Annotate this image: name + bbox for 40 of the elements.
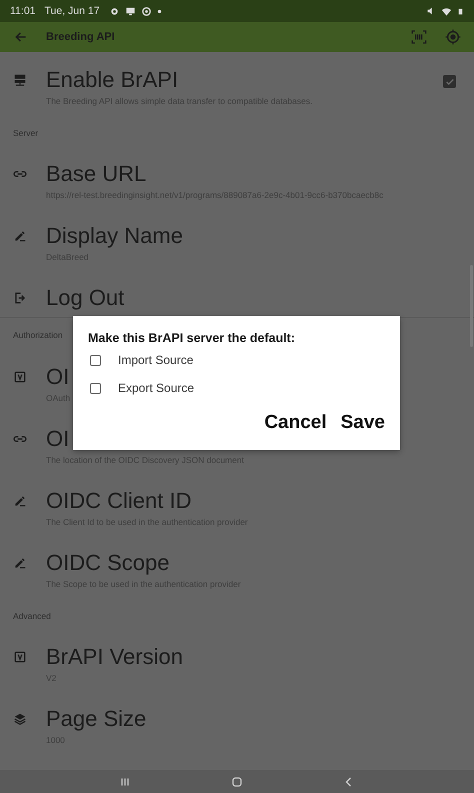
pencil-icon bbox=[12, 229, 26, 243]
back-arrow-icon[interactable] bbox=[14, 30, 28, 44]
date: Tue, Jun 17 bbox=[44, 5, 100, 17]
pencil-icon bbox=[12, 556, 26, 570]
settings-icon bbox=[140, 6, 152, 16]
pencil-icon bbox=[12, 494, 26, 508]
checkbox[interactable] bbox=[443, 75, 456, 88]
checkbox-label[interactable]: Import Source bbox=[118, 353, 194, 367]
server-icon bbox=[12, 73, 26, 87]
target-icon[interactable] bbox=[445, 29, 461, 45]
setting-title[interactable]: BrAPI Version bbox=[46, 644, 458, 670]
key-box-icon bbox=[12, 370, 26, 384]
gear-icon bbox=[108, 6, 120, 16]
check-icon bbox=[444, 76, 454, 86]
key-box-icon bbox=[12, 650, 26, 664]
screen-title: Breeding API bbox=[46, 31, 115, 43]
dialog-button[interactable]: Save bbox=[340, 412, 385, 434]
dialog-button[interactable]: Cancel bbox=[264, 412, 327, 434]
logout-icon bbox=[12, 291, 26, 305]
home-icon[interactable] bbox=[231, 776, 243, 788]
clock: 11:01 bbox=[10, 5, 36, 17]
recent-apps-icon[interactable] bbox=[119, 776, 131, 788]
setting-title[interactable]: Page Size bbox=[46, 706, 458, 732]
setting-title[interactable]: Base URL bbox=[46, 161, 458, 187]
checkbox[interactable] bbox=[90, 354, 101, 366]
layers-icon bbox=[12, 712, 26, 726]
section-header: Server bbox=[12, 127, 40, 140]
setting-title[interactable]: Display Name bbox=[46, 223, 458, 249]
setting-title[interactable]: OIDC Client ID bbox=[46, 488, 458, 514]
checkbox[interactable] bbox=[90, 382, 101, 394]
dot-icon bbox=[156, 8, 162, 14]
monitor-icon bbox=[124, 6, 136, 16]
setting-title[interactable]: Enable BrAPI bbox=[46, 67, 443, 93]
wifi-icon bbox=[441, 6, 452, 16]
dialog-title: Make this BrAPI server the default: bbox=[88, 330, 296, 346]
barcode-scan-icon[interactable] bbox=[411, 29, 427, 45]
section-header: Advanced bbox=[12, 610, 52, 623]
setting-title[interactable]: Log Out bbox=[46, 285, 458, 311]
checkbox-label[interactable]: Export Source bbox=[118, 381, 194, 395]
setting-title[interactable]: OIDC Scope bbox=[46, 550, 458, 576]
